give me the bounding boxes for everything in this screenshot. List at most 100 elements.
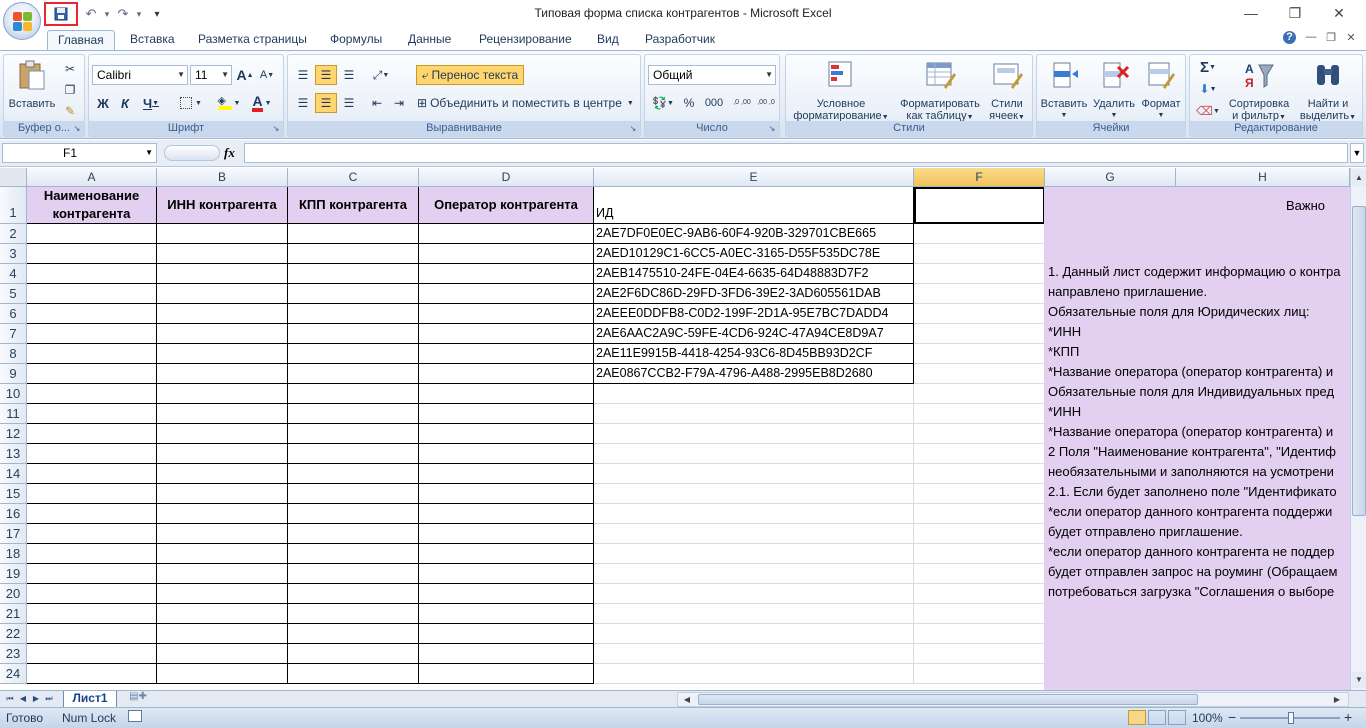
name-box[interactable]: F1 ▼ [2, 143, 157, 163]
cell[interactable] [27, 664, 157, 684]
cell[interactable] [157, 424, 288, 444]
cell[interactable] [419, 464, 594, 484]
formula-input[interactable] [244, 143, 1348, 163]
row-header[interactable]: 22 [0, 624, 27, 644]
clear-button[interactable]: ⌫ ▼ [1194, 101, 1222, 121]
cut-button[interactable]: ✂ [60, 59, 80, 79]
align-right-button[interactable]: ☰ [338, 93, 360, 113]
cell[interactable] [288, 664, 419, 684]
cell[interactable] [288, 264, 419, 284]
header-cell-a[interactable]: Наименование контрагента [27, 187, 157, 224]
cell[interactable] [288, 584, 419, 604]
cell[interactable] [157, 304, 288, 324]
zoom-out-button[interactable]: − [1228, 709, 1236, 725]
row-header[interactable]: 6 [0, 304, 27, 324]
cell[interactable] [27, 604, 157, 624]
cell[interactable] [27, 384, 157, 404]
cell[interactable] [27, 264, 157, 284]
row-header[interactable]: 11 [0, 404, 27, 424]
cell[interactable] [288, 364, 419, 384]
cell[interactable] [594, 464, 914, 484]
cell[interactable] [157, 364, 288, 384]
cell[interactable] [914, 504, 1045, 524]
copy-button[interactable]: ❐ [60, 80, 80, 100]
id-cell[interactable]: 2AED10129C1-6CC5-A0EC-3165-D55F535DC78E [594, 244, 914, 264]
number-format-combo[interactable]: Общий ▼ [648, 65, 776, 85]
autosum-button[interactable]: Σ ▼ [1194, 57, 1222, 77]
grow-font-button[interactable]: A ▲ [235, 65, 255, 85]
delete-cells-button[interactable]: Удалить ▼ [1089, 59, 1139, 122]
underline-button[interactable]: Ч ▼ [137, 93, 165, 113]
select-all-corner[interactable] [0, 168, 27, 187]
cell[interactable] [914, 464, 1045, 484]
cell[interactable] [288, 604, 419, 624]
undo-button[interactable]: ↶ [80, 4, 102, 24]
cell[interactable] [419, 504, 594, 524]
header-cell-d[interactable]: Оператор контрагента [419, 187, 594, 224]
merge-center-button[interactable]: ⊞ Объединить и поместить в центре ▼ [416, 93, 638, 113]
cell[interactable] [594, 604, 914, 624]
help-icon[interactable]: ? [1283, 31, 1296, 44]
cell[interactable] [914, 444, 1045, 464]
id-cell[interactable]: 2AEEE0DDFB8-C0D2-199F-2D1A-95E7BC7DADD4 [594, 304, 914, 324]
cell[interactable] [157, 284, 288, 304]
format-painter-button[interactable]: ✎ [60, 101, 80, 121]
insert-cells-button[interactable]: Вставить ▼ [1039, 59, 1089, 122]
prev-sheet-button[interactable]: ◀ [17, 692, 29, 706]
cell[interactable] [914, 404, 1045, 424]
cell[interactable] [419, 564, 594, 584]
row-header[interactable]: 24 [0, 664, 27, 684]
scroll-left-button[interactable]: ◀ [680, 693, 694, 706]
thousands-button[interactable]: 000 [701, 93, 727, 113]
cell[interactable] [914, 304, 1045, 324]
cell[interactable] [288, 404, 419, 424]
orientation-button[interactable]: ⤢ ▼ [366, 65, 396, 85]
expand-formula-bar-button[interactable]: ▼ [1350, 143, 1364, 163]
cell[interactable] [288, 244, 419, 264]
cell[interactable] [157, 344, 288, 364]
tab-view[interactable]: Вид [587, 30, 629, 50]
decrease-decimal-button[interactable]: ,00 ,0 [755, 93, 777, 113]
cell[interactable] [157, 464, 288, 484]
cell[interactable] [157, 584, 288, 604]
align-top-button[interactable]: ☰ [292, 65, 314, 85]
cell[interactable] [27, 364, 157, 384]
id-cell[interactable]: 2AE6AAC2A9C-59FE-4CD6-924C-47A94CE8D9A7 [594, 324, 914, 344]
row-header[interactable]: 12 [0, 424, 27, 444]
font-launcher-icon[interactable]: ↘ [271, 124, 281, 134]
tab-formulas[interactable]: Формулы [320, 30, 392, 50]
row-header[interactable]: 10 [0, 384, 27, 404]
header-cell-c[interactable]: КПП контрагента [288, 187, 419, 224]
row-header[interactable]: 20 [0, 584, 27, 604]
cell[interactable] [157, 404, 288, 424]
number-launcher-icon[interactable]: ↘ [767, 124, 777, 134]
cell[interactable] [288, 484, 419, 504]
cell[interactable] [914, 344, 1045, 364]
font-color-button[interactable]: A ▼ [247, 93, 277, 113]
save-button[interactable] [44, 2, 78, 26]
cell[interactable] [594, 624, 914, 644]
cell[interactable] [288, 424, 419, 444]
cell[interactable] [594, 564, 914, 584]
align-center-button[interactable]: ☰ [315, 93, 337, 113]
cell[interactable] [157, 224, 288, 244]
cell[interactable] [288, 304, 419, 324]
cell[interactable] [288, 344, 419, 364]
row-header[interactable]: 18 [0, 544, 27, 564]
scroll-down-button[interactable]: ▼ [1352, 672, 1366, 688]
row-header[interactable]: 23 [0, 644, 27, 664]
cell[interactable] [27, 304, 157, 324]
cell[interactable] [157, 504, 288, 524]
cell[interactable] [914, 384, 1045, 404]
insert-function-button[interactable]: fx [224, 145, 235, 161]
workbook-close-icon[interactable]: ✕ [1343, 31, 1359, 45]
tab-developer[interactable]: Разработчик [635, 30, 725, 50]
cell[interactable] [419, 384, 594, 404]
cell[interactable] [419, 664, 594, 684]
cell[interactable] [419, 224, 594, 244]
tab-review[interactable]: Рецензирование [469, 30, 582, 50]
horizontal-scrollbar[interactable]: ◀ ▶ [677, 692, 1349, 707]
cell[interactable] [419, 284, 594, 304]
cell[interactable] [157, 624, 288, 644]
close-window-button[interactable]: ✕ [1316, 0, 1362, 26]
